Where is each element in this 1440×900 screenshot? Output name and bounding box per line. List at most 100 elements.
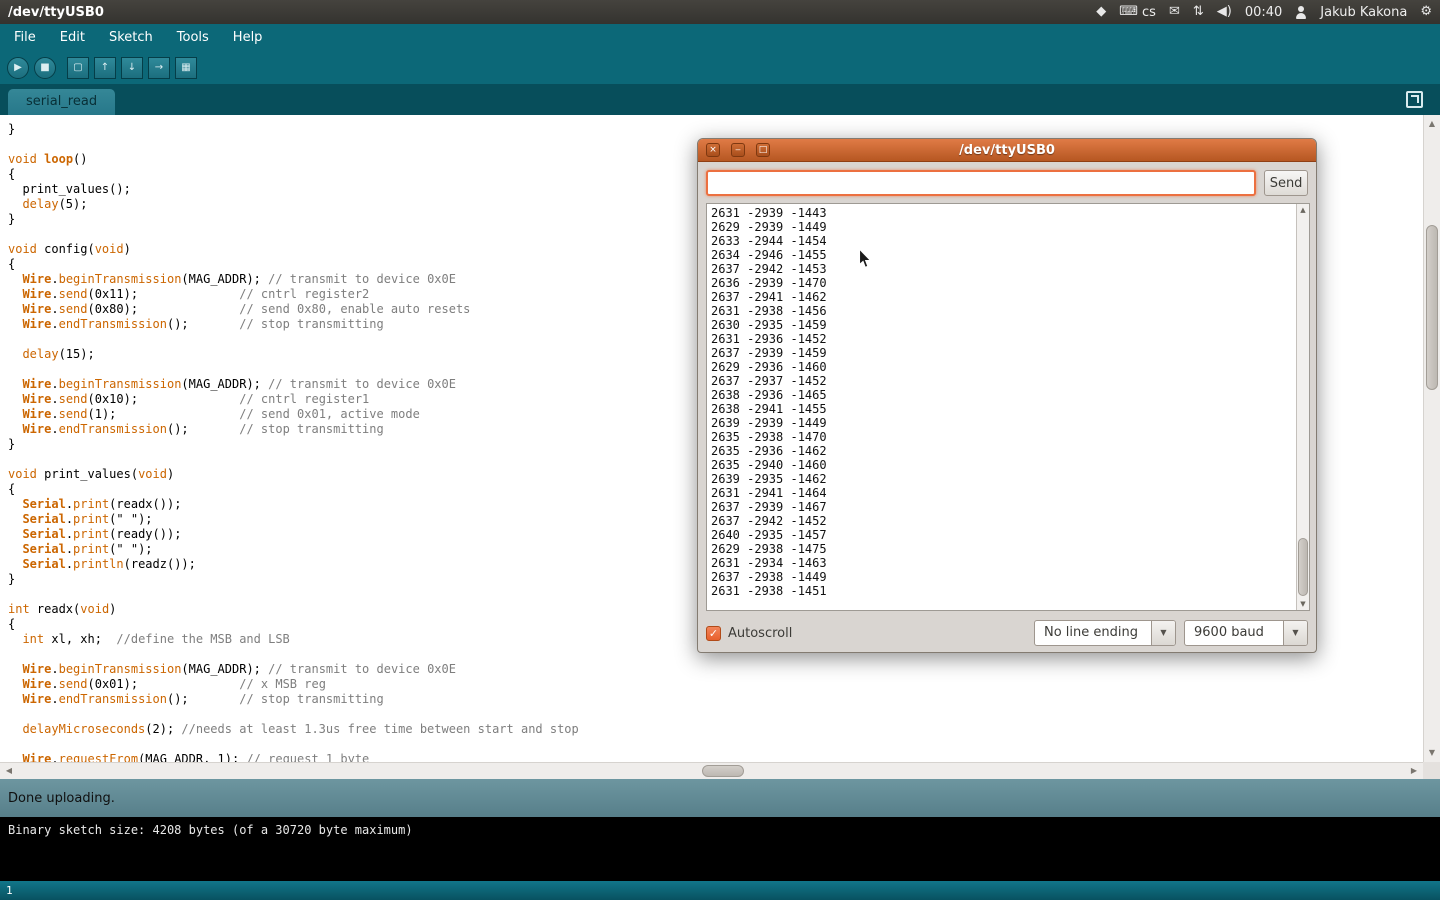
volume-icon[interactable]: ◀)	[1217, 0, 1232, 24]
serial-monitor-icon: ▦	[181, 63, 190, 73]
top-panel: /dev/ttyUSB0 ◆ ⌨ cs ✉ ⇅ ◀) 00:40 Jakub K…	[0, 0, 1440, 24]
serial-output-line: 2637 -2942 -1453	[711, 262, 1305, 276]
serial-output-line: 2629 -2936 -1460	[711, 360, 1305, 374]
baud-rate-value: 9600 baud	[1185, 621, 1283, 645]
build-console: Binary sketch size: 4208 bytes (of a 307…	[0, 817, 1440, 881]
serial-scroll-up-arrow[interactable]: ▲	[1297, 204, 1309, 216]
chevron-down-icon[interactable]: ▼	[1151, 621, 1175, 645]
code-line: Wire.requestFrom(MAG_ADDR, 1); // reques…	[8, 752, 1423, 762]
send-button[interactable]: Send	[1264, 170, 1308, 196]
scroll-left-arrow[interactable]: ◀	[1, 763, 17, 779]
line-number-strip: 1	[0, 881, 1440, 900]
menu-tools[interactable]: Tools	[165, 24, 221, 52]
username[interactable]: Jakub Kakona	[1320, 5, 1407, 20]
upload-button[interactable]: →	[148, 57, 170, 79]
serial-window-titlebar[interactable]: × ‒ □ /dev/ttyUSB0	[698, 139, 1316, 162]
menu-edit[interactable]: Edit	[48, 24, 97, 52]
mouse-cursor	[858, 248, 872, 270]
serial-output-line: 2637 -2938 -1449	[711, 570, 1305, 584]
new-icon: ▢	[73, 63, 82, 73]
serial-output-line: 2637 -2939 -1459	[711, 346, 1305, 360]
keyboard-icon: ⌨	[1119, 0, 1138, 24]
serial-window-body: Send 2631 -2939 -14432629 -2939 -1449263…	[698, 162, 1316, 654]
serial-monitor-button[interactable]: ▦	[175, 57, 197, 79]
save-button[interactable]: ↓	[121, 57, 143, 79]
serial-output-scrollbar[interactable]: ▲ ▼	[1296, 204, 1309, 610]
keyboard-layout-label: cs	[1142, 5, 1156, 20]
serial-scroll-down-arrow[interactable]: ▼	[1297, 598, 1309, 610]
save-icon: ↓	[128, 63, 136, 73]
clock[interactable]: 00:40	[1245, 5, 1282, 20]
serial-monitor-window: × ‒ □ /dev/ttyUSB0 Send 2631 -2939 -1443…	[697, 138, 1317, 653]
mail-icon[interactable]: ✉	[1169, 0, 1180, 24]
line-number: 1	[6, 884, 13, 897]
menu-help[interactable]: Help	[221, 24, 275, 52]
serial-scroll-thumb[interactable]	[1298, 538, 1308, 596]
console-text: Binary sketch size: 4208 bytes (of a 307…	[8, 823, 413, 837]
status-bar: Done uploading.	[0, 779, 1440, 817]
serial-output-area: 2631 -2939 -14432629 -2939 -14492633 -29…	[706, 203, 1310, 611]
autoscroll-checkbox[interactable]: ✓	[706, 626, 721, 641]
horizontal-scroll-thumb[interactable]	[702, 765, 744, 777]
code-line: delayMicroseconds(2); //needs at least 1…	[8, 722, 1423, 737]
serial-output-line: 2635 -2936 -1462	[711, 444, 1305, 458]
code-line: Wire.send(0x01); // x MSB reg	[8, 677, 1423, 692]
stop-icon: ■	[40, 63, 49, 73]
gear-icon[interactable]: ⚙	[1420, 0, 1432, 24]
serial-output-line: 2630 -2935 -1459	[711, 318, 1305, 332]
menu-sketch[interactable]: Sketch	[97, 24, 165, 52]
code-line	[8, 737, 1423, 752]
network-sync-icon[interactable]: ⇅	[1193, 0, 1204, 24]
panel-indicators: ◆ ⌨ cs ✉ ⇅ ◀) 00:40 Jakub Kakona ⚙	[1096, 0, 1432, 24]
vertical-scroll-thumb[interactable]	[1426, 225, 1438, 390]
serial-output-line: 2633 -2944 -1454	[711, 234, 1305, 248]
indicator-icon[interactable]: ◆	[1096, 0, 1106, 24]
scroll-up-arrow[interactable]: ▲	[1424, 116, 1440, 132]
serial-output-line: 2640 -2935 -1457	[711, 528, 1305, 542]
serial-output-line: 2637 -2937 -1452	[711, 374, 1305, 388]
upload-icon: →	[155, 63, 163, 73]
stop-button[interactable]: ■	[34, 57, 56, 79]
tab-bar: serial_read	[0, 84, 1440, 115]
serial-window-title: /dev/ttyUSB0	[698, 139, 1316, 162]
keyboard-indicator[interactable]: ⌨ cs	[1119, 0, 1156, 24]
serial-output-line: 2631 -2941 -1464	[711, 486, 1305, 500]
panel-window-title: /dev/ttyUSB0	[8, 5, 104, 20]
serial-output-line: 2637 -2939 -1467	[711, 500, 1305, 514]
scrollbar-corner	[1423, 762, 1440, 779]
serial-output-line: 2629 -2938 -1475	[711, 542, 1305, 556]
chevron-down-icon[interactable]: ▼	[1283, 621, 1307, 645]
serial-output-line: 2636 -2939 -1470	[711, 276, 1305, 290]
code-line	[8, 707, 1423, 722]
new-sketch-button[interactable]: ▢	[67, 57, 89, 79]
serial-send-input[interactable]	[706, 170, 1256, 196]
serial-output-line: 2638 -2936 -1465	[711, 388, 1305, 402]
autoscroll-label: Autoscroll	[728, 626, 792, 641]
scroll-down-arrow[interactable]: ▼	[1424, 745, 1440, 761]
serial-output-line: 2638 -2941 -1455	[711, 402, 1305, 416]
editor-horizontal-scrollbar[interactable]: ◀ ▶	[0, 762, 1423, 779]
serial-output-line: 2639 -2939 -1449	[711, 416, 1305, 430]
line-ending-dropdown[interactable]: No line ending ▼	[1034, 620, 1176, 646]
serial-output-line: 2639 -2935 -1462	[711, 472, 1305, 486]
tab-serial-read[interactable]: serial_read	[8, 89, 115, 115]
code-line: Wire.beginTransmission(MAG_ADDR); // tra…	[8, 662, 1423, 677]
serial-output-line: 2637 -2941 -1462	[711, 290, 1305, 304]
toolbar: ▶ ■ ▢ ↑ ↓ → ▦	[0, 52, 1440, 84]
serial-output-line: 2629 -2939 -1449	[711, 220, 1305, 234]
scroll-right-arrow[interactable]: ▶	[1406, 763, 1422, 779]
menu-file[interactable]: File	[2, 24, 48, 52]
editor-vertical-scrollbar[interactable]: ▲ ▼	[1423, 115, 1440, 762]
verify-button[interactable]: ▶	[7, 57, 29, 79]
line-ending-value: No line ending	[1035, 621, 1151, 645]
baud-rate-dropdown[interactable]: 9600 baud ▼	[1184, 620, 1308, 646]
serial-output-line: 2631 -2936 -1452	[711, 332, 1305, 346]
verify-icon: ▶	[14, 63, 22, 73]
tab-menu-button[interactable]	[1406, 91, 1423, 108]
open-button[interactable]: ↑	[94, 57, 116, 79]
status-message: Done uploading.	[8, 791, 115, 806]
code-line: Wire.endTransmission(); // stop transmit…	[8, 692, 1423, 707]
serial-output-line: 2634 -2946 -1455	[711, 248, 1305, 262]
serial-output-line: 2637 -2942 -1452	[711, 514, 1305, 528]
code-line: }	[8, 122, 1423, 137]
